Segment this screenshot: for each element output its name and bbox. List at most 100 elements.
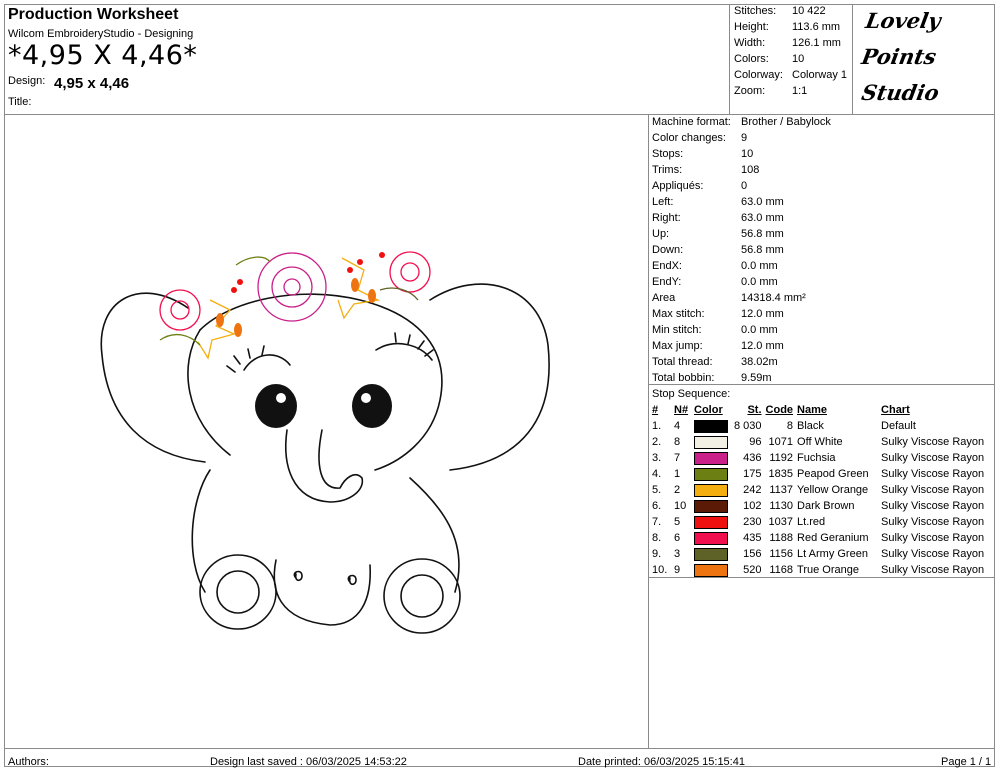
max-stitch-label: Max stitch: xyxy=(652,308,705,320)
row-index: 6. xyxy=(652,500,662,512)
right-label: Right: xyxy=(652,212,681,224)
stop-sequence-label: Stop Sequence: xyxy=(652,388,731,400)
row-name: Lt Army Green xyxy=(797,548,868,560)
left-eye xyxy=(255,384,297,428)
row-chart: Sulky Viscose Rayon xyxy=(881,468,985,480)
logo-left-divider xyxy=(852,4,853,114)
row-stitches: 436 xyxy=(743,452,762,464)
row-chart: Sulky Viscose Rayon xyxy=(881,564,985,576)
total-bobbin-value: 9.59m xyxy=(741,372,772,384)
row-chart: Sulky Viscose Rayon xyxy=(881,484,985,496)
row-chart: Sulky Viscose Rayon xyxy=(881,548,985,560)
right-lashes xyxy=(375,342,433,361)
color-swatch xyxy=(694,467,728,481)
color-changes-value: 9 xyxy=(741,132,748,144)
down-label: Down: xyxy=(652,244,684,256)
title-label: Title: xyxy=(8,96,32,108)
left-foot-outer xyxy=(199,554,277,630)
height-value: 113.6 mm xyxy=(792,21,841,33)
body-left-outline xyxy=(191,469,211,593)
rose-right-inner xyxy=(400,262,420,282)
row-code: 1168 xyxy=(769,564,794,576)
row-code: 1835 xyxy=(768,468,794,480)
row-needle: 1 xyxy=(674,468,681,480)
color-swatch xyxy=(694,451,728,465)
row-stitches: 156 xyxy=(743,548,762,560)
table-row: 4. 1 175 1835 Peapod Green Sulky Viscose Rayo… xyxy=(650,466,986,482)
row-code: 1071 xyxy=(768,436,794,448)
trims-value: 108 xyxy=(741,164,760,176)
row-code: 1192 xyxy=(769,452,794,464)
footer-date-printed: Date printed: 06/03/2025 15:15:41 xyxy=(578,756,745,768)
row-code: 8 xyxy=(786,420,794,432)
colors-label: Colors: xyxy=(734,53,769,65)
row-index: 9. xyxy=(652,548,662,560)
logo-line-3: Studio xyxy=(859,80,942,105)
zoom-label: Zoom: xyxy=(734,85,766,97)
left-value: 63.0 mm xyxy=(741,196,784,208)
software-subtitle: Wilcom EmbroideryStudio - Designing xyxy=(8,28,194,40)
leaf-right xyxy=(379,287,419,301)
endy-label: EndY: xyxy=(652,276,682,288)
design-value: 4,95 x 4,46 xyxy=(54,75,130,92)
logo-line-1: Lovely xyxy=(863,8,943,33)
footer-last-saved: Design last saved : 06/03/2025 14:53:22 xyxy=(210,756,407,768)
right-foot-outer xyxy=(383,558,461,634)
colorway-label: Colorway: xyxy=(734,69,783,81)
row-color-swatch xyxy=(692,514,732,530)
right-eye-highlight xyxy=(361,393,371,403)
row-color-swatch xyxy=(692,498,732,514)
row-chart: Sulky Viscose Rayon xyxy=(881,500,985,512)
row-stitches: 230 xyxy=(743,516,762,528)
down-value: 56.8 mm xyxy=(741,244,784,256)
row-color-swatch xyxy=(692,546,732,562)
row-name: Black xyxy=(797,420,824,432)
row-color-swatch xyxy=(692,450,732,466)
right-foot-inner xyxy=(400,574,444,618)
zoom-value: 1:1 xyxy=(792,85,808,97)
total-thread-label: Total thread: xyxy=(652,356,713,368)
table-row: 5. 2 242 1137 Yellow Orange Sulky Viscose Ray… xyxy=(650,482,986,498)
width-label: Width: xyxy=(734,37,766,49)
footer-authors: Authors: xyxy=(8,756,49,768)
table-row: 7. 5 230 1037 Lt.red Sulky Viscose Rayon xyxy=(650,514,986,530)
row-index: 3. xyxy=(652,452,662,464)
trims-label: Trims: xyxy=(652,164,683,176)
stops-label: Stops: xyxy=(652,148,684,160)
machine-format-value: Brother / Babylock xyxy=(741,116,831,128)
footer-page-number: Page 1 / 1 xyxy=(941,756,992,768)
stitches-label: Stitches: xyxy=(734,5,777,17)
row-color-swatch xyxy=(692,466,732,482)
trunk-outline xyxy=(285,429,364,503)
machine-format-label: Machine format: xyxy=(652,116,731,128)
up-label: Up: xyxy=(652,228,670,240)
col-needle-header: N# xyxy=(674,404,689,416)
row-needle: 7 xyxy=(674,452,681,464)
preview-right-divider xyxy=(648,114,649,748)
col-chart-header: Chart xyxy=(881,404,910,416)
colors-value: 10 xyxy=(792,53,805,65)
row-needle: 8 xyxy=(674,436,681,448)
left-lashes xyxy=(243,354,291,371)
left-ear-outline xyxy=(100,292,206,463)
color-swatch xyxy=(694,419,728,433)
row-chart: Sulky Viscose Rayon xyxy=(881,452,985,464)
color-swatch xyxy=(694,563,728,577)
color-swatch xyxy=(694,435,728,449)
row-stitches: 435 xyxy=(743,532,762,544)
left-label: Left: xyxy=(652,196,674,208)
table-row: 1. 4 8 030 8 Black Default xyxy=(650,418,986,434)
elephant-design-preview xyxy=(100,251,550,634)
col-stitches-header: St. xyxy=(747,404,762,416)
row-name: Peapod Green xyxy=(797,468,869,480)
flower-crown xyxy=(159,251,431,360)
worksheet-title: Production Worksheet xyxy=(8,6,179,23)
row-code: 1130 xyxy=(769,500,794,512)
color-swatch xyxy=(694,499,728,513)
endx-value: 0.0 mm xyxy=(741,260,778,272)
belly-swirl-left xyxy=(293,570,303,582)
right-eye xyxy=(352,384,392,428)
col-index-header: # xyxy=(652,404,659,416)
right-ear-outline xyxy=(429,283,550,471)
row-chart: Sulky Viscose Rayon xyxy=(881,532,985,544)
